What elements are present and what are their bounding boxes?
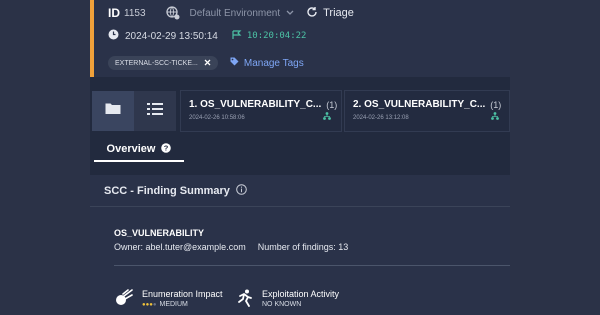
header-row-time: 2024-02-29 13:50:14 10:20:04:22 [108, 29, 306, 43]
section-title: SCC - Finding Summary [104, 184, 230, 197]
incident-header: ID 1153 Default Environment Triage 2024-… [90, 0, 510, 77]
finding-tab-title: 1. OS_VULNERABILITY_C... (1) [189, 99, 337, 110]
hierarchy-icon [491, 107, 499, 125]
finding-tab-2[interactable]: 2. OS_VULNERABILITY_C... (1) 2024-02-26 … [344, 90, 510, 132]
meteor-icon [114, 289, 134, 312]
tag-icon [230, 57, 239, 69]
timer-flag-icon [232, 29, 242, 43]
id-label: ID [108, 6, 120, 20]
refresh-icon [306, 6, 318, 21]
metric-exploitation-activity: Exploitation Activity NO KNOWN [236, 289, 339, 312]
header-row-id: ID 1153 Default Environment Triage [108, 5, 354, 21]
info-icon[interactable] [236, 182, 247, 200]
metric-value: NO KNOWN [262, 301, 339, 308]
incident-panel: ID 1153 Default Environment Triage 2024-… [90, 0, 510, 315]
manage-tags-label: Manage Tags [243, 57, 304, 69]
running-person-icon [236, 289, 254, 312]
section-header: SCC - Finding Summary [90, 175, 510, 207]
folder-tab[interactable] [92, 91, 134, 131]
environment-icon [165, 6, 180, 20]
triage-label: Triage [323, 7, 354, 19]
hierarchy-icon [323, 107, 331, 125]
tag-chip[interactable]: EXTERNAL-SCC-TICKE... [108, 56, 218, 70]
finding-tab-title: 2. OS_VULNERABILITY_C... (1) [353, 99, 501, 110]
finding-tab-name: 2. OS_VULNERABILITY_C... [353, 99, 486, 110]
finding-tab-name: 1. OS_VULNERABILITY_C... [189, 99, 322, 110]
finding-meta: Owner: abel.tuter@example.com Number of … [114, 242, 348, 252]
timestamp: 2024-02-29 13:50:14 [125, 30, 218, 42]
owner: Owner: abel.tuter@example.com [114, 242, 246, 252]
list-tab[interactable] [134, 91, 176, 131]
header-row-tags: EXTERNAL-SCC-TICKE... Manage Tags [108, 56, 304, 70]
id-value: 1153 [124, 7, 146, 19]
triage-button[interactable]: Triage [306, 6, 354, 21]
metric-value: ●●●● MEDIUM [142, 301, 223, 308]
help-icon[interactable]: ? [161, 142, 172, 156]
rating-dots-icon: ●●●● [142, 302, 157, 308]
metric-title: Exploitation Activity [262, 289, 340, 299]
content-tabs: Overview ? [90, 136, 510, 162]
close-icon[interactable] [204, 59, 211, 68]
tag-label: EXTERNAL-SCC-TICKE... [115, 59, 198, 67]
svg-text:?: ? [164, 143, 169, 152]
finding-tab-date: 2024-02-26 13:12:08 [353, 115, 409, 121]
finding-tab-strip: 1. OS_VULNERABILITY_C... (1) 2024-02-26 … [90, 88, 510, 132]
finding-tab-1[interactable]: 1. OS_VULNERABILITY_C... (1) 2024-02-26 … [180, 90, 342, 132]
duration: 10:20:04:22 [232, 29, 307, 43]
findings-count: Number of findings: 13 [257, 242, 349, 252]
active-tab-indicator [94, 160, 184, 162]
manage-tags-link[interactable]: Manage Tags [230, 57, 304, 69]
duration-value: 10:20:04:22 [246, 31, 307, 41]
tab-overview[interactable]: Overview ? [94, 136, 184, 162]
tab-overview-label: Overview [106, 143, 156, 155]
metric-enumeration-impact: Enumeration Impact ●●●● MEDIUM [114, 289, 223, 312]
finding-tab-date: 2024-02-26 10:58:06 [189, 115, 245, 121]
folder-icon [105, 102, 121, 120]
environment-select[interactable]: Default Environment [190, 8, 295, 19]
list-icon [147, 102, 163, 120]
divider [114, 265, 510, 266]
metric-value-text: NO KNOWN [262, 301, 302, 308]
chevron-down-icon [286, 8, 294, 19]
metric-value-text: MEDIUM [159, 301, 188, 308]
finding-summary-section: SCC - Finding Summary OS_VULNERABILITY O… [90, 175, 510, 315]
clock-icon [108, 29, 119, 43]
environment-value: Default Environment [189, 7, 281, 19]
finding-name: OS_VULNERABILITY [114, 228, 205, 238]
metric-title: Enumeration Impact [142, 289, 223, 299]
